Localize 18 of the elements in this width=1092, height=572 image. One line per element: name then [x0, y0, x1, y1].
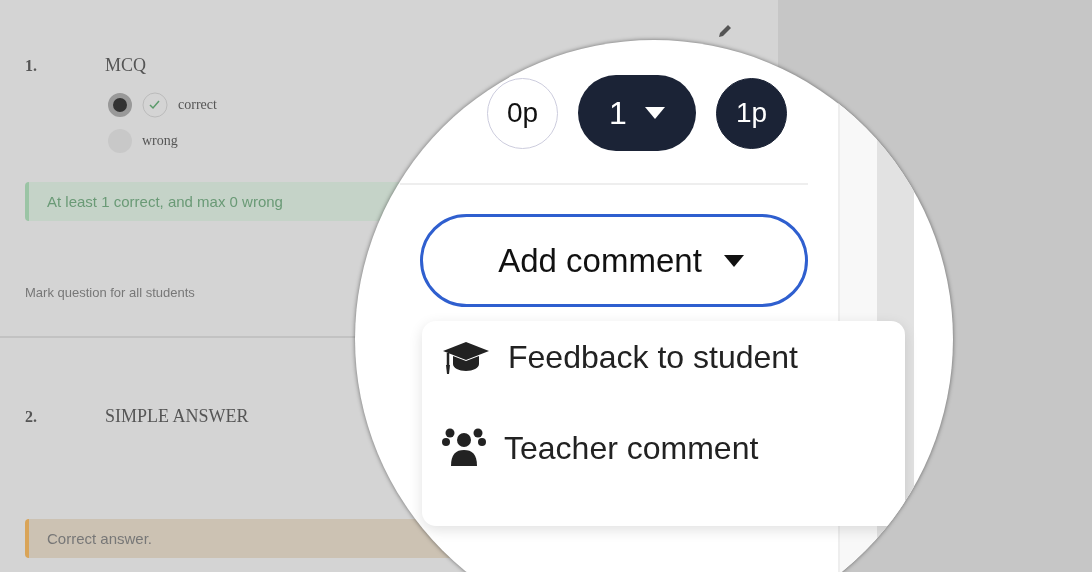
radio-button[interactable]: [108, 93, 132, 117]
question-title: MCQ: [105, 55, 146, 76]
graduation-cap-icon: [442, 339, 490, 376]
pencil-icon[interactable]: [717, 23, 733, 39]
question-number: 2.: [25, 407, 38, 426]
points-button[interactable]: 0p: [487, 77, 558, 149]
group-of-people-icon: [442, 428, 486, 468]
points-dropdown[interactable]: 1: [578, 75, 696, 151]
option-label: wrong: [142, 133, 178, 149]
menu-item[interactable]: Teacher comment: [442, 428, 905, 468]
option-label: correct: [178, 97, 217, 113]
points-button[interactable]: 1p: [716, 77, 787, 149]
caret-icon: [644, 107, 665, 119]
add-comment-button[interactable]: Add comment: [420, 214, 808, 307]
menu-item[interactable]: Feedback to student: [442, 339, 905, 376]
caret-icon: [723, 254, 744, 267]
question-number: 1.: [25, 56, 38, 75]
question-title: SIMPLE ANSWER: [105, 406, 249, 427]
